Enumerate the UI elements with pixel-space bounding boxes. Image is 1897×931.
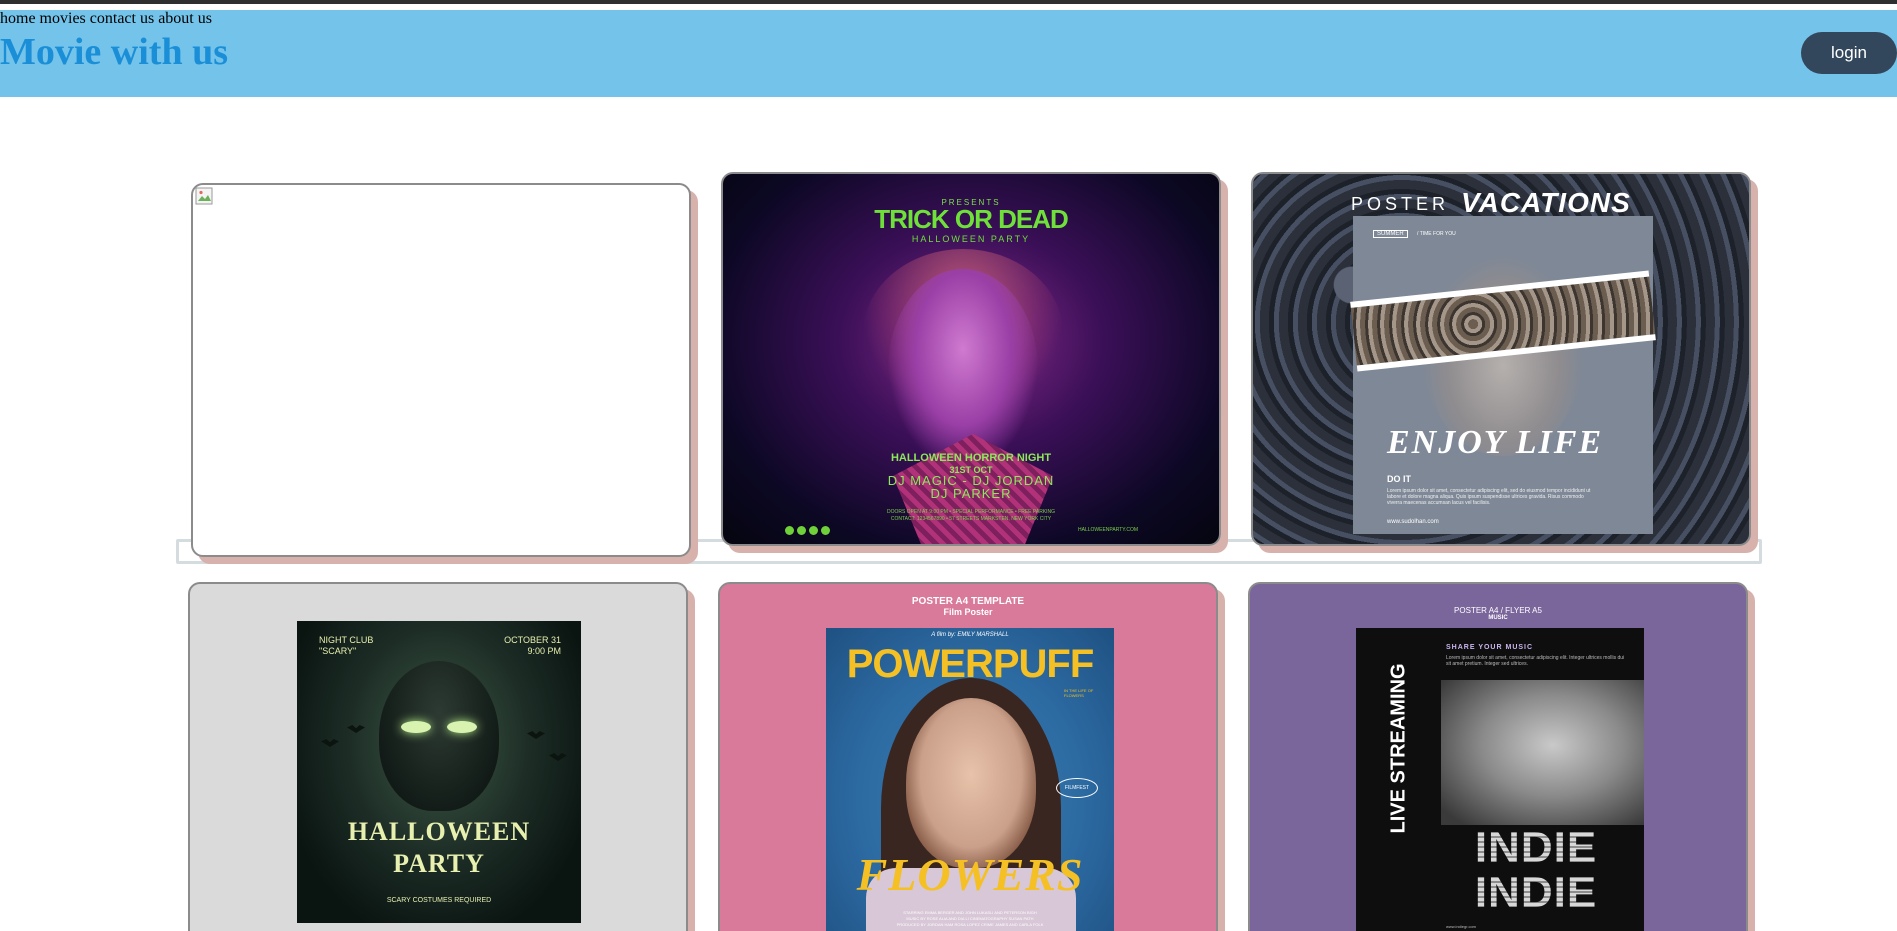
poster-credits: MUSIC BY ROSE ALIA AND DIA LI CINEMATOGR… <box>906 916 1034 921</box>
social-icon <box>821 526 830 535</box>
poster-title: INDIE <box>1436 868 1636 918</box>
movie-card[interactable]: POSTER VACATIONS SUMMER / TIME FOR YOU E… <box>1251 172 1751 546</box>
poster-art <box>1441 680 1644 825</box>
poster-footer: SCARY COSTUMES REQUIRED <box>386 897 492 904</box>
social-icon <box>797 526 806 535</box>
social-icon <box>809 526 818 535</box>
poster-title: POWERPUFF <box>846 642 1095 686</box>
poster-tagline: / TIME FOR YOU <box>1417 231 1456 237</box>
nav-home-link[interactable]: home <box>0 10 36 27</box>
poster: LIVE STREAMING SHARE YOUR MUSIC Lorem ip… <box>1356 628 1644 931</box>
nav-movies-link[interactable]: movies <box>40 10 86 27</box>
poster-cta: DO IT <box>1387 474 1411 484</box>
poster-footer: www.indiegr.com <box>1446 924 1477 929</box>
poster-dj3: DJ PARKER <box>930 486 1012 501</box>
poster-title: FLOWERS <box>856 849 1084 900</box>
poster-scary: "SCARY" <box>319 646 357 656</box>
poster-eye <box>401 721 431 733</box>
poster-event: HALLOWEEN HORROR NIGHT <box>890 452 1052 464</box>
movie-card[interactable]: POSTER A4 / FLYER A5 MUSIC LIVE STREAMIN… <box>1248 582 1748 931</box>
poster: NIGHT CLUB "SCARY" OCTOBER 31 9:00 PM HA… <box>297 621 581 923</box>
poster-header: MUSIC <box>1488 615 1508 621</box>
poster-site: www.sudolhan.com <box>1387 519 1439 525</box>
main-nav: home movies contact us about us <box>0 10 1897 28</box>
poster-art <box>379 661 499 811</box>
poster-subtitle: HALLOWEEN PARTY <box>911 234 1031 244</box>
poster-share: SHARE YOUR MUSIC <box>1446 644 1534 651</box>
bat-icon <box>527 731 545 739</box>
poster-byline: A film by: EMILY MARSHALL <box>931 632 1009 638</box>
poster-credits: PRODUCED BY JORDAN HAM ROSA LOPEZ CRIME … <box>896 922 1044 927</box>
site-header: Movie with us home movies contact us abo… <box>0 10 1897 97</box>
poster-word1: POSTER <box>1351 194 1450 214</box>
poster-title: PARTY <box>393 849 485 878</box>
poster-badge: FILMFEST <box>1056 778 1098 798</box>
social-icon <box>785 526 794 535</box>
poster-blurb: Lorem ipsum dolor sit amet, consectetur … <box>1446 655 1625 667</box>
nav-about-link[interactable]: about us <box>158 10 212 27</box>
poster-headline: ENJOY LIFE <box>1387 424 1604 461</box>
bat-icon <box>321 739 339 747</box>
poster-date: OCTOBER 31 <box>504 635 561 645</box>
poster-tag: SUMMER <box>1373 230 1408 238</box>
site-logo[interactable]: Movie with us <box>0 30 228 76</box>
poster-header: POSTER A4 / FLYER A5 <box>1454 606 1542 615</box>
movie-card[interactable] <box>191 183 691 557</box>
poster-art <box>888 269 1038 469</box>
poster-title: HALLOWEEN <box>347 817 531 846</box>
top-rule <box>0 0 1897 4</box>
poster-eye <box>447 721 477 733</box>
poster-fineprint: DOORS OPEN AT 9:00 PM • SPECIAL PERFORMA… <box>886 509 1056 515</box>
poster-title: TRICK OR DEAD <box>874 204 1069 234</box>
poster-club: NIGHT CLUB <box>319 635 374 645</box>
poster-vertical: LIVE STREAMING <box>1387 663 1410 834</box>
poster-site: HALLOWEENPARTY.COM <box>1078 527 1139 533</box>
poster-header: POSTER A4 TEMPLATE <box>911 596 1025 607</box>
poster: A film by: EMILY MARSHALL POWERPUFF IN T… <box>826 628 1114 931</box>
bat-icon <box>549 753 567 761</box>
poster-header: Film Poster <box>943 607 993 617</box>
broken-image-icon <box>195 187 213 205</box>
poster-word2: VACATIONS <box>1461 187 1631 218</box>
login-button[interactable]: login <box>1801 32 1897 74</box>
movie-card[interactable]: PRESENTS TRICK OR DEAD HALLOWEEN PARTY H… <box>721 172 1221 546</box>
movie-card[interactable]: POSTER A4 TEMPLATE Film Poster A film by… <box>718 582 1218 931</box>
poster-body: Lorem ipsum dolor sit amet, consectetur … <box>1387 488 1591 506</box>
poster-side: IN THE LIFE OF FLOWERS <box>1064 688 1094 698</box>
social-icons <box>785 526 830 535</box>
poster-art <box>906 698 1036 868</box>
nav-contact-link[interactable]: contact us <box>90 10 154 27</box>
poster-fineprint: CONTACT: 1234567890 • 57 STREETS MARKSTE… <box>890 516 1052 522</box>
bat-icon <box>347 725 365 733</box>
poster-sheet: SUMMER / TIME FOR YOU ENJOY LIFE DO IT L… <box>1350 216 1656 534</box>
poster-title: INDIE <box>1436 823 1636 873</box>
poster-credits: STARRING EMMA BERGER AND JOHN LUKASLI AN… <box>903 910 1037 915</box>
poster-time: 9:00 PM <box>527 646 561 656</box>
movie-card[interactable]: NIGHT CLUB "SCARY" OCTOBER 31 9:00 PM HA… <box>188 582 688 931</box>
